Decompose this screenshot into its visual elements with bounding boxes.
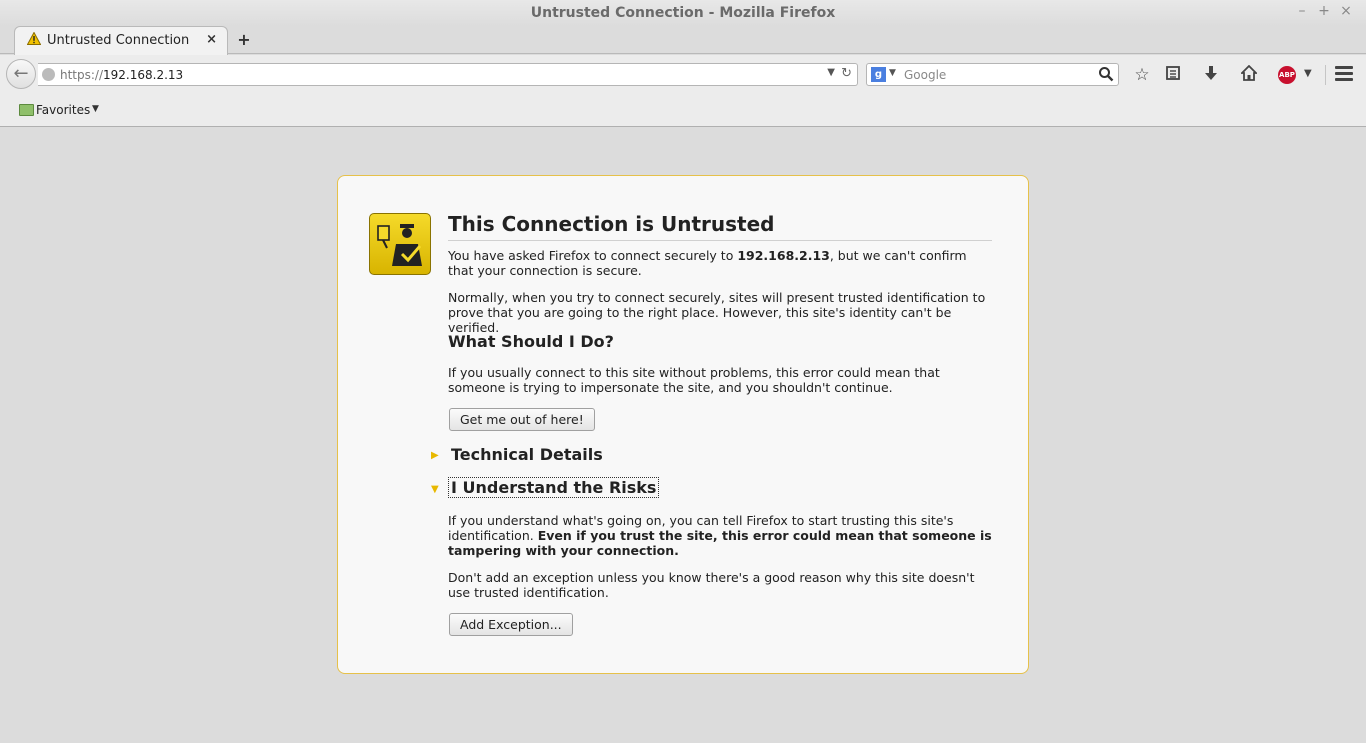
- url-history-dropdown-icon[interactable]: ▼: [827, 67, 835, 78]
- search-placeholder[interactable]: Google: [904, 68, 946, 82]
- error-page-container: This Connection is Untrusted You have as…: [337, 175, 1029, 674]
- page-content: This Connection is Untrusted You have as…: [0, 127, 1366, 743]
- engine-dropdown-icon[interactable]: ▼: [889, 68, 896, 78]
- tab-close-icon[interactable]: ×: [206, 32, 217, 47]
- search-bar[interactable]: g ▼ Google: [866, 63, 1119, 86]
- what-should-i-do-text: If you usually connect to this site with…: [448, 365, 940, 395]
- navigation-toolbar: https://192.168.2.13 ▼ ↻ ← g ▼ Google ☆ …: [0, 55, 1366, 94]
- maximize-button[interactable]: +: [1314, 3, 1334, 19]
- window-title: Untrusted Connection - Mozilla Firefox: [530, 5, 836, 21]
- expanded-triangle-icon[interactable]: ▼: [431, 484, 439, 495]
- globe-icon: [42, 68, 55, 81]
- adblock-plus-icon[interactable]: ABP: [1278, 66, 1296, 84]
- back-button[interactable]: ←: [6, 59, 36, 89]
- folder-icon: [19, 104, 34, 116]
- intro-paragraph: You have asked Firefox to connect secure…: [448, 248, 993, 278]
- new-tab-button[interactable]: +: [235, 30, 253, 49]
- favorites-dropdown-icon[interactable]: ▼: [92, 104, 99, 114]
- adblock-dropdown-icon[interactable]: ▼: [1304, 68, 1312, 79]
- url-bar[interactable]: https://192.168.2.13 ▼ ↻: [38, 63, 858, 86]
- hamburger-menu-icon[interactable]: [1335, 66, 1353, 82]
- bookmark-star-icon[interactable]: ☆: [1132, 65, 1152, 85]
- technical-details-toggle[interactable]: Technical Details: [451, 445, 603, 464]
- tab-label: Untrusted Connection: [47, 33, 190, 48]
- close-window-button[interactable]: ×: [1336, 3, 1356, 19]
- bookmarks-toolbar: Favorites ▼: [0, 94, 1366, 127]
- what-should-i-do-heading: What Should I Do?: [448, 332, 614, 351]
- downloads-icon[interactable]: [1201, 65, 1221, 85]
- window-titlebar: Untrusted Connection - Mozilla Firefox –…: [0, 0, 1366, 26]
- toolbar-separator: [1325, 65, 1326, 85]
- url-protocol: https://: [60, 68, 104, 82]
- search-icon[interactable]: [1098, 66, 1114, 85]
- warning-icon: [26, 31, 42, 48]
- home-icon[interactable]: [1239, 64, 1259, 85]
- get-me-out-button[interactable]: Get me out of here!: [449, 408, 595, 431]
- understand-risks-toggle[interactable]: I Understand the Risks: [447, 477, 660, 498]
- intro-host: 192.168.2.13: [737, 248, 830, 263]
- url-text[interactable]: https://192.168.2.13: [60, 68, 183, 82]
- tab-untrusted-connection[interactable]: Untrusted Connection ×: [14, 26, 228, 55]
- tab-strip: Untrusted Connection × +: [0, 26, 1366, 55]
- add-exception-button[interactable]: Add Exception...: [449, 613, 573, 636]
- back-arrow-icon: ←: [13, 63, 29, 84]
- certificate-error-icon: [369, 213, 431, 275]
- explanation-paragraph: Normally, when you try to connect secure…: [448, 290, 986, 335]
- bookmark-favorites[interactable]: Favorites: [36, 103, 90, 117]
- reload-icon[interactable]: ↻: [841, 66, 852, 81]
- exception-warning-paragraph: Don't add an exception unless you know t…: [448, 570, 975, 600]
- collapsed-triangle-icon[interactable]: ▶: [431, 450, 439, 461]
- risks-paragraph: If you understand what's going on, you c…: [448, 513, 993, 558]
- page-title: This Connection is Untrusted: [448, 212, 992, 241]
- url-host: 192.168.2.13: [103, 68, 184, 82]
- bookmarks-menu-icon[interactable]: [1163, 65, 1183, 85]
- intro-text-start: You have asked Firefox to connect secure…: [448, 248, 738, 263]
- google-engine-icon[interactable]: g: [871, 67, 886, 82]
- minimize-button[interactable]: –: [1292, 3, 1312, 19]
